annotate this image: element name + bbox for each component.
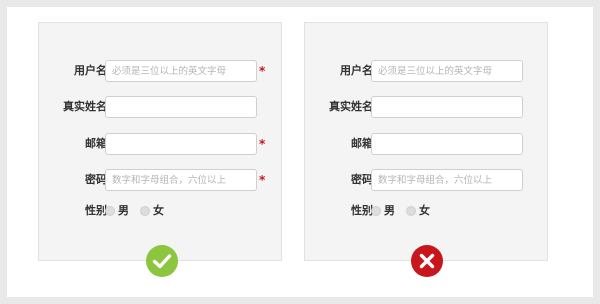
gender-male-radio[interactable]: [371, 206, 381, 216]
email-row: 邮箱: [305, 133, 549, 155]
username-row: 用户名: [305, 60, 549, 82]
username-input[interactable]: [105, 60, 257, 82]
good-form-panel: 用户名 * 真实姓名 邮箱 * 密码 * 性别 男 女: [38, 22, 282, 261]
email-input[interactable]: [105, 133, 257, 155]
gender-label: 性别: [351, 204, 373, 217]
required-marker: *: [259, 173, 266, 187]
required-marker: *: [259, 137, 266, 151]
gender-male-radio[interactable]: [105, 206, 115, 216]
required-marker: *: [259, 64, 266, 78]
realname-input[interactable]: [105, 96, 257, 118]
username-label: 用户名: [74, 64, 107, 77]
email-label: 邮箱: [85, 137, 107, 150]
password-label: 密码: [351, 173, 373, 186]
username-label: 用户名: [340, 64, 373, 77]
gender-male-label: 男: [384, 204, 395, 217]
username-input[interactable]: [371, 60, 523, 82]
password-row: 密码 *: [39, 169, 283, 191]
gender-female-label: 女: [419, 204, 430, 217]
gender-row: 性别 男 女: [305, 200, 549, 222]
realname-input[interactable]: [371, 96, 523, 118]
gender-label: 性别: [85, 204, 107, 217]
realname-label: 真实姓名: [63, 100, 107, 113]
gender-female-radio[interactable]: [140, 206, 150, 216]
password-label: 密码: [85, 173, 107, 186]
realname-label: 真实姓名: [329, 100, 373, 113]
email-row: 邮箱 *: [39, 133, 283, 155]
password-row: 密码: [305, 169, 549, 191]
email-label: 邮箱: [351, 137, 373, 150]
gender-female-radio[interactable]: [406, 206, 416, 216]
realname-row: 真实姓名: [39, 96, 283, 118]
gender-male-label: 男: [118, 204, 129, 217]
cross-icon: [411, 245, 443, 277]
gender-female-label: 女: [153, 204, 164, 217]
realname-row: 真实姓名: [305, 96, 549, 118]
check-icon: [146, 245, 178, 277]
username-row: 用户名 *: [39, 60, 283, 82]
password-input[interactable]: [105, 169, 257, 191]
gender-row: 性别 男 女: [39, 200, 283, 222]
email-input[interactable]: [371, 133, 523, 155]
bad-form-panel: 用户名 真实姓名 邮箱 密码 性别 男 女: [304, 22, 548, 261]
password-input[interactable]: [371, 169, 523, 191]
